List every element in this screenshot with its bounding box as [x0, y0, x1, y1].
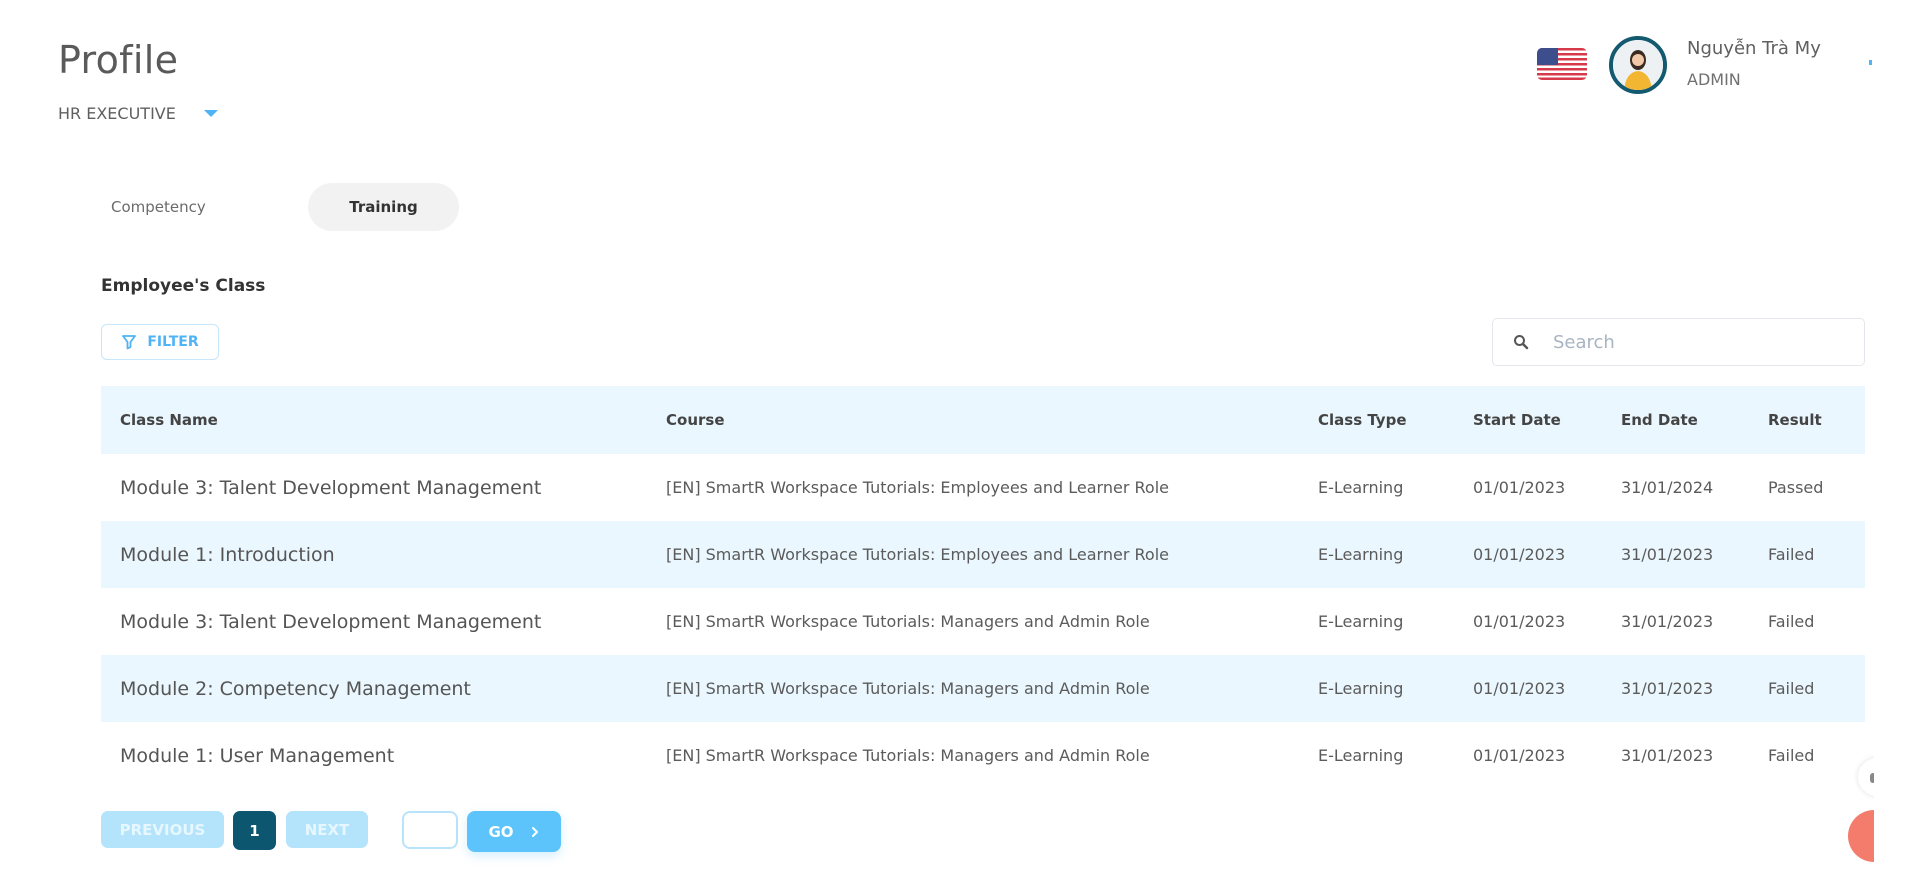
- cell-start-date: 01/01/2023: [1473, 679, 1566, 698]
- right-margin: [1874, 0, 1920, 896]
- cell-result: Failed: [1768, 746, 1815, 765]
- page-1-button[interactable]: 1: [233, 811, 276, 850]
- cell-end-date: 31/01/2023: [1621, 545, 1714, 564]
- chevron-right-icon: [531, 826, 538, 837]
- page-title: Profile: [58, 38, 179, 82]
- us-flag-icon[interactable]: [1537, 48, 1587, 80]
- column-header-start-date[interactable]: Start Date: [1473, 386, 1561, 454]
- go-label: GO: [488, 822, 514, 841]
- cell-end-date: 31/01/2024: [1621, 478, 1714, 497]
- tab-competency[interactable]: Competency: [89, 183, 228, 231]
- table-row[interactable]: Module 3: Talent Development Management …: [101, 454, 1865, 521]
- cell-end-date: 31/01/2023: [1621, 612, 1714, 631]
- cell-result: Failed: [1768, 612, 1815, 631]
- search-icon: [1514, 335, 1529, 350]
- column-header-course[interactable]: Course: [666, 386, 725, 454]
- table-row[interactable]: Module 2: Competency Management [EN] Sma…: [101, 655, 1865, 722]
- user-role: ADMIN: [1687, 70, 1741, 89]
- filter-label: FILTER: [147, 334, 199, 350]
- table-row[interactable]: Module 3: Talent Development Management …: [101, 588, 1865, 655]
- cell-class-type: E-Learning: [1318, 478, 1404, 497]
- column-header-class-name[interactable]: Class Name: [120, 386, 218, 454]
- cell-end-date: 31/01/2023: [1621, 746, 1714, 765]
- user-menu-caret-icon[interactable]: [1869, 60, 1872, 65]
- tab-training[interactable]: Training: [308, 183, 459, 231]
- cell-result: Passed: [1768, 478, 1824, 497]
- table-header: Class Name Course Class Type Start Date …: [101, 386, 1865, 454]
- user-name: Nguyễn Trà My: [1687, 38, 1821, 59]
- go-to-page-input[interactable]: [402, 811, 458, 849]
- avatar[interactable]: [1609, 36, 1667, 94]
- section-title: Employee's Class: [101, 276, 266, 296]
- cell-course: [EN] SmartR Workspace Tutorials: Manager…: [666, 746, 1150, 765]
- classes-table: Class Name Course Class Type Start Date …: [101, 386, 1865, 789]
- cell-class-name: Module 1: User Management: [120, 744, 395, 767]
- cell-course: [EN] SmartR Workspace Tutorials: Employe…: [666, 545, 1169, 564]
- cell-course: [EN] SmartR Workspace Tutorials: Manager…: [666, 612, 1150, 631]
- cell-start-date: 01/01/2023: [1473, 746, 1566, 765]
- table-body: Module 3: Talent Development Management …: [101, 454, 1865, 789]
- table-row[interactable]: Module 1: Introduction [EN] SmartR Works…: [101, 521, 1865, 588]
- cell-result: Failed: [1768, 679, 1815, 698]
- filter-button[interactable]: FILTER: [101, 324, 219, 360]
- column-header-end-date[interactable]: End Date: [1621, 386, 1698, 454]
- cell-class-type: E-Learning: [1318, 679, 1404, 698]
- cell-class-name: Module 1: Introduction: [120, 543, 335, 566]
- cell-class-type: E-Learning: [1318, 746, 1404, 765]
- search-box[interactable]: [1492, 318, 1865, 366]
- previous-page-button[interactable]: PREVIOUS: [101, 811, 224, 848]
- cell-result: Failed: [1768, 545, 1815, 564]
- cell-class-type: E-Learning: [1318, 545, 1404, 564]
- cell-start-date: 01/01/2023: [1473, 612, 1566, 631]
- role-selector-label: HR EXECUTIVE: [58, 104, 176, 123]
- role-selector[interactable]: HR EXECUTIVE: [58, 104, 218, 123]
- column-header-result[interactable]: Result: [1768, 386, 1822, 454]
- go-button[interactable]: GO: [467, 811, 561, 852]
- cell-course: [EN] SmartR Workspace Tutorials: Employe…: [666, 478, 1169, 497]
- cell-class-name: Module 3: Talent Development Management: [120, 610, 542, 633]
- cell-class-type: E-Learning: [1318, 612, 1404, 631]
- column-header-class-type[interactable]: Class Type: [1318, 386, 1407, 454]
- cell-start-date: 01/01/2023: [1473, 545, 1566, 564]
- cell-class-name: Module 2: Competency Management: [120, 677, 471, 700]
- cell-start-date: 01/01/2023: [1473, 478, 1566, 497]
- table-row[interactable]: Module 1: User Management [EN] SmartR Wo…: [101, 722, 1865, 789]
- cell-end-date: 31/01/2023: [1621, 679, 1714, 698]
- search-input[interactable]: [1551, 330, 1835, 354]
- cell-course: [EN] SmartR Workspace Tutorials: Manager…: [666, 679, 1150, 698]
- caret-down-icon[interactable]: [203, 110, 218, 117]
- filter-icon: [122, 335, 137, 350]
- cell-class-name: Module 3: Talent Development Management: [120, 476, 542, 499]
- next-page-button[interactable]: NEXT: [286, 811, 368, 848]
